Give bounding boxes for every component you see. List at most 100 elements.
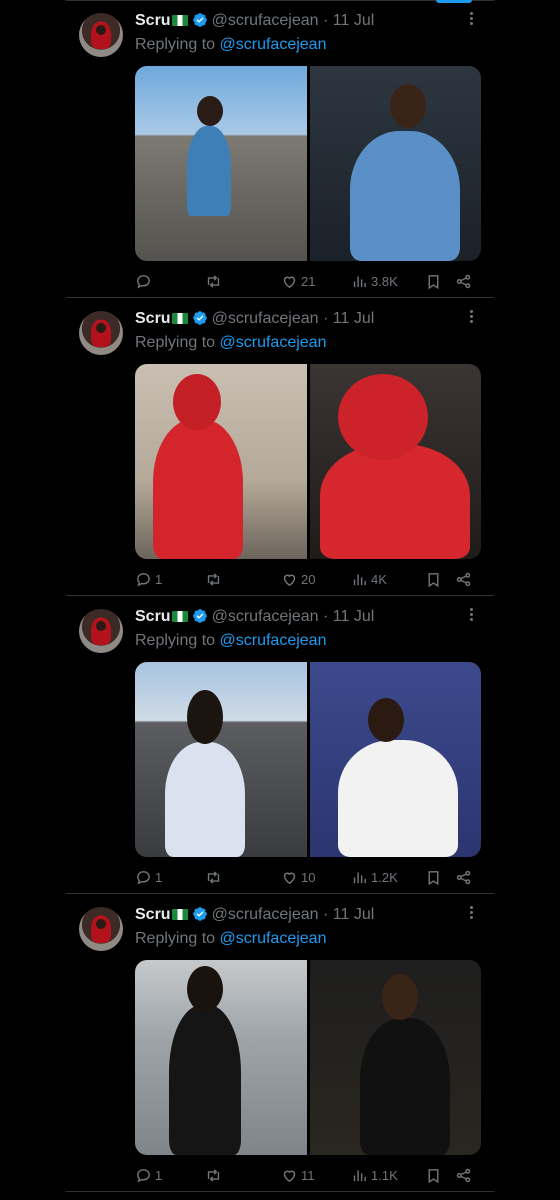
reply-button[interactable]: 1 — [135, 1164, 162, 1186]
avatar[interactable] — [79, 311, 123, 355]
separator-dot: · — [323, 608, 329, 625]
replying-handle-link[interactable]: @scrufacejean — [220, 334, 327, 351]
replying-handle-link[interactable]: @scrufacejean — [220, 632, 327, 649]
photo-right[interactable] — [309, 364, 481, 559]
photo-left[interactable] — [135, 364, 307, 559]
user-handle[interactable]: @scrufacejean — [212, 12, 319, 29]
verified-badge-icon[interactable] — [192, 608, 208, 624]
photo-right[interactable] — [309, 66, 481, 261]
repost-button[interactable] — [205, 1164, 222, 1186]
photo-right-person — [337, 740, 458, 857]
bookmark-button[interactable] — [425, 866, 442, 888]
more-options-icon[interactable] — [470, 906, 474, 922]
action-bar: 1 10 1.2K — [135, 866, 481, 888]
reply-button[interactable] — [135, 270, 155, 292]
separator-dot: · — [323, 310, 329, 327]
media-grid — [135, 364, 481, 559]
reply-button[interactable]: 1 — [135, 866, 162, 888]
display-name[interactable]: Scru — [135, 310, 171, 327]
photo-right-person — [349, 131, 460, 261]
tweet-3[interactable]: Scru @scrufacejean · 11 Jul Replying to @… — [66, 596, 494, 894]
verified-badge-icon[interactable] — [192, 310, 208, 326]
share-button[interactable] — [455, 270, 472, 292]
photo-right[interactable] — [309, 662, 481, 857]
photo-right[interactable] — [309, 960, 481, 1155]
views-button[interactable]: 1.1K — [351, 1164, 398, 1186]
like-button[interactable]: 20 — [281, 568, 315, 590]
repost-icon — [207, 572, 220, 586]
reply-button[interactable]: 1 — [135, 568, 162, 590]
user-handle[interactable]: @scrufacejean — [212, 310, 319, 327]
tweet-header: Scru @scrufacejean · 11 Jul — [135, 906, 494, 928]
replying-handle-link[interactable]: @scrufacejean — [220, 930, 327, 947]
views-button[interactable]: 4K — [351, 568, 387, 590]
tweet-1[interactable]: Scru @scrufacejean · 11 Jul Replying to @… — [66, 0, 494, 298]
tweet-date[interactable]: 11 Jul — [333, 608, 375, 625]
reply-icon — [137, 1168, 150, 1182]
separator-dot: · — [323, 906, 329, 923]
bookmark-button[interactable] — [425, 1164, 442, 1186]
views-button[interactable]: 3.8K — [351, 270, 398, 292]
photo-right-head — [367, 698, 404, 742]
avatar[interactable] — [79, 13, 123, 57]
user-handle[interactable]: @scrufacejean — [212, 906, 319, 923]
like-button[interactable]: 21 — [281, 270, 315, 292]
replying-to: Replying to @scrufacejean — [135, 930, 326, 948]
photo-left[interactable] — [135, 960, 307, 1155]
avatar[interactable] — [79, 609, 123, 653]
avatar-face — [96, 25, 106, 35]
more-options-icon[interactable] — [470, 608, 474, 624]
share-button[interactable] — [455, 866, 472, 888]
share-button[interactable] — [455, 1164, 472, 1186]
display-name[interactable]: Scru — [135, 608, 171, 625]
view-count: 4K — [371, 571, 387, 587]
photo-left-head — [197, 96, 223, 126]
bookmark-icon — [428, 274, 439, 289]
repost-button[interactable] — [205, 866, 222, 888]
tweet-date[interactable]: 11 Jul — [333, 310, 375, 327]
photo-left[interactable] — [135, 66, 307, 261]
heart-icon — [283, 276, 296, 288]
verified-badge-icon[interactable] — [192, 12, 208, 28]
bookmark-button[interactable] — [425, 568, 442, 590]
avatar[interactable] — [79, 907, 123, 951]
tweet-feed: Scru @scrufacejean · 11 Jul Replying to @… — [0, 0, 560, 1200]
reply-icon — [137, 572, 150, 586]
display-name[interactable]: Scru — [135, 906, 171, 923]
view-count: 3.8K — [371, 273, 398, 289]
user-handle[interactable]: @scrufacejean — [212, 608, 319, 625]
repost-button[interactable] — [205, 270, 222, 292]
avatar-face — [96, 919, 106, 929]
tweet-date[interactable]: 11 Jul — [333, 12, 375, 29]
like-button[interactable]: 11 — [281, 1164, 315, 1186]
bookmark-icon — [428, 1168, 439, 1183]
repost-button[interactable] — [205, 568, 222, 590]
like-button[interactable]: 10 — [281, 866, 315, 888]
bookmark-icon — [428, 572, 439, 587]
replying-handle-link[interactable]: @scrufacejean — [220, 36, 327, 53]
share-button[interactable] — [455, 568, 472, 590]
separator-dot: · — [323, 12, 329, 29]
photo-right-person — [359, 1018, 450, 1155]
display-name[interactable]: Scru — [135, 12, 171, 29]
more-options-icon[interactable] — [470, 310, 474, 326]
tweet-date[interactable]: 11 Jul — [333, 906, 375, 923]
replying-to: Replying to @scrufacejean — [135, 36, 326, 54]
photo-left[interactable] — [135, 662, 307, 857]
photo-left-person — [187, 126, 231, 216]
tweet-header: Scru @scrufacejean · 11 Jul — [135, 12, 494, 34]
tweet-4[interactable]: Scru @scrufacejean · 11 Jul Replying to @… — [66, 894, 494, 1192]
tweet-2[interactable]: Scru @scrufacejean · 11 Jul Replying to @… — [66, 298, 494, 596]
photo-right-head — [389, 84, 426, 128]
nigeria-flag-icon — [171, 313, 188, 324]
verified-badge-icon[interactable] — [192, 906, 208, 922]
repost-icon — [207, 274, 220, 288]
views-chart-icon — [353, 276, 366, 287]
replying-to: Replying to @scrufacejean — [135, 632, 326, 650]
more-options-icon[interactable] — [470, 12, 474, 28]
bookmark-button[interactable] — [425, 270, 442, 292]
views-button[interactable]: 1.2K — [351, 866, 398, 888]
nigeria-flag-icon — [171, 15, 188, 26]
share-icon — [456, 870, 471, 884]
share-icon — [456, 1168, 471, 1182]
